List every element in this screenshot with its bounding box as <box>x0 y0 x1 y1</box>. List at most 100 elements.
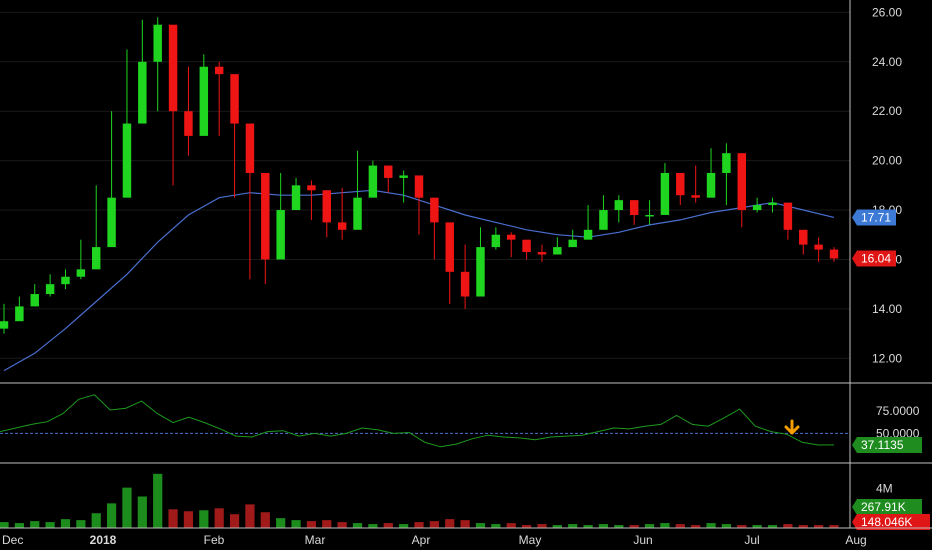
price-value-badge: 16.04 <box>852 250 896 267</box>
candle-body <box>829 249 839 259</box>
volume-bar <box>30 521 40 528</box>
x-tick-label: 2018 <box>90 533 117 547</box>
volume-bar <box>45 522 55 528</box>
x-tick-label: Jun <box>633 533 652 547</box>
volume-bar <box>706 523 716 528</box>
volume-up-badge-label: 267.91K <box>861 500 906 514</box>
volume-bar <box>91 513 101 528</box>
candle-body <box>768 202 777 206</box>
candle-body <box>15 306 24 322</box>
candle-body <box>676 172 685 196</box>
volume-y-tick: 4M <box>876 482 893 496</box>
candle-body <box>445 222 454 272</box>
candle-body <box>61 276 70 285</box>
candle-body <box>261 172 270 260</box>
x-tick-label: Dec <box>2 533 23 547</box>
candle-body <box>476 247 485 297</box>
trading-chart: 26.0024.0022.0020.0018.0016.0014.0012.00… <box>0 0 932 550</box>
candle-body <box>30 294 39 307</box>
volume-bar <box>14 523 24 528</box>
candle-body <box>138 61 147 124</box>
volume-up-badge: 267.91K <box>852 499 922 515</box>
candle-body <box>368 165 378 198</box>
candle-body <box>460 271 470 297</box>
price-y-tick: 12.00 <box>872 351 902 365</box>
volume-bar <box>322 520 332 528</box>
volume-bar <box>0 522 9 528</box>
volume-bar <box>598 524 609 528</box>
candle-body <box>722 153 731 173</box>
candle-body <box>629 200 639 215</box>
volume-bar <box>383 523 393 528</box>
volume-bar <box>245 504 255 528</box>
candle-body <box>230 74 239 124</box>
candle-body <box>599 210 608 230</box>
candle-body <box>76 269 86 277</box>
candle-body <box>153 24 162 62</box>
volume-bar <box>291 520 301 528</box>
candle-body <box>322 190 332 223</box>
volume-bar <box>721 524 732 528</box>
candle-body <box>799 229 808 245</box>
x-tick-label: Mar <box>305 533 326 547</box>
x-tick-label: May <box>519 533 542 547</box>
volume-y-axis: 4M <box>876 482 893 496</box>
price-badge-label: 16.04 <box>861 251 891 265</box>
volume-bar <box>260 512 270 528</box>
volume-bar <box>229 514 240 528</box>
candle-body <box>399 175 408 178</box>
candle-body <box>506 234 516 240</box>
volume-bar <box>460 520 470 528</box>
volume-bar <box>537 524 547 528</box>
x-tick-label: Aug <box>845 533 866 547</box>
candle-body <box>276 210 285 260</box>
volume-bar <box>368 524 378 528</box>
candle-body <box>583 229 593 240</box>
volume-bar <box>675 524 685 528</box>
volume-bar <box>60 519 71 528</box>
ma-value-badge: 17.71 <box>852 209 896 226</box>
volume-bar <box>137 496 147 528</box>
volume-bar <box>783 524 793 528</box>
candle-body <box>168 24 178 112</box>
volume-bar <box>183 511 194 528</box>
candle-body <box>245 123 255 173</box>
candle-body <box>814 244 823 250</box>
candle-body <box>199 66 209 136</box>
volume-bar <box>306 521 317 528</box>
candle-body <box>752 205 762 211</box>
volume-bar <box>491 524 501 528</box>
volume-bar <box>153 473 163 528</box>
volume-bar <box>429 521 439 528</box>
candle-body <box>414 175 424 198</box>
candle <box>368 160 378 198</box>
candle-body <box>184 111 193 136</box>
candle-body <box>491 234 501 248</box>
price-y-tick: 22.00 <box>872 104 902 118</box>
candle-body <box>122 123 132 198</box>
volume-bar <box>399 524 409 528</box>
volume-bar <box>337 522 347 528</box>
candle-body <box>553 247 562 255</box>
candle-body <box>0 321 9 329</box>
candle-body <box>384 165 393 178</box>
candle-body <box>107 197 116 248</box>
candle-body <box>537 252 547 255</box>
candle-body <box>430 197 439 223</box>
candle-body <box>614 200 624 211</box>
ma-badge-label: 17.71 <box>861 210 891 224</box>
x-tick-label: Jul <box>744 533 759 547</box>
candle-body <box>645 214 654 217</box>
candle-body <box>783 202 793 230</box>
oscillator-value-badge: 37.1135 <box>852 436 922 453</box>
candle-body <box>214 66 224 75</box>
candle-body <box>291 185 301 211</box>
volume-bar <box>122 487 132 528</box>
volume-bar <box>644 524 655 528</box>
price-y-tick: 26.00 <box>872 5 902 19</box>
candle-body <box>691 195 700 198</box>
volume-bar <box>214 508 224 528</box>
candle-body <box>353 197 362 230</box>
candle-body <box>522 239 531 253</box>
price-y-tick: 20.00 <box>872 154 902 168</box>
